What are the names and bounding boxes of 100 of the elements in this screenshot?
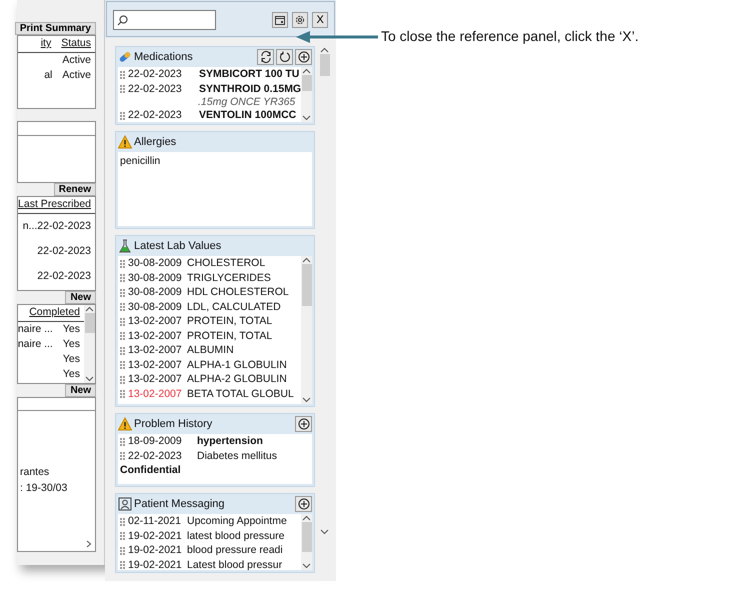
grip-icon[interactable] <box>120 531 125 540</box>
item-text: ALPHA-2 GLOBULIN <box>187 372 287 386</box>
grip-icon[interactable] <box>120 389 125 398</box>
grip-icon[interactable] <box>120 258 125 268</box>
grip-icon[interactable] <box>120 560 125 570</box>
table-cell: Yes <box>62 368 80 381</box>
action-button[interactable]: Renew <box>54 183 96 196</box>
grip-icon[interactable] <box>120 302 125 312</box>
section-title: Problem History <box>134 416 214 432</box>
scroll-down-icon[interactable] <box>85 375 94 383</box>
scroll-thumb[interactable] <box>320 54 330 76</box>
scrollbar[interactable] <box>301 514 312 570</box>
date-text: 19-02-2021 <box>128 543 183 558</box>
grip-icon[interactable] <box>120 84 125 94</box>
scroll-thumb[interactable] <box>302 522 312 552</box>
table-cell: Yes <box>62 352 80 366</box>
item-text[interactable]: blood pressure readi <box>187 543 283 558</box>
table-cell: Yes <box>62 338 80 351</box>
scroll-up-icon[interactable] <box>85 305 94 313</box>
table-cell: 22-02-2023 <box>37 244 91 259</box>
column-header[interactable]: ity <box>40 36 52 52</box>
calendar-button[interactable] <box>272 12 288 28</box>
date-text: 18-09-2009 <box>128 434 183 448</box>
close-button[interactable]: X <box>312 12 328 28</box>
date-text: 30-08-2009 <box>128 285 183 300</box>
grip-icon[interactable] <box>120 110 125 120</box>
date-text: 22-02-2023 <box>128 448 183 463</box>
settings-icon <box>295 15 306 25</box>
warning-icon <box>118 417 132 431</box>
item-text[interactable]: Upcoming Appointme <box>187 514 287 528</box>
scroll-up-icon[interactable] <box>302 256 312 264</box>
reload-button[interactable] <box>276 49 294 65</box>
scroll-up-icon[interactable] <box>302 514 312 522</box>
add-icon <box>298 418 310 430</box>
item-text[interactable]: Diabetes mellitus <box>197 448 277 463</box>
table-cell: naire ... <box>18 338 53 351</box>
grip-icon[interactable] <box>120 374 125 384</box>
scroll-up-icon[interactable] <box>302 67 312 75</box>
column-header[interactable]: Status <box>61 36 91 52</box>
action-button[interactable]: New <box>65 291 96 304</box>
date-text: 30-08-2009 <box>128 270 183 285</box>
grip-icon[interactable] <box>120 436 125 446</box>
grip-icon[interactable] <box>120 331 125 340</box>
pill-icon <box>118 50 132 64</box>
date-text: 30-08-2009 <box>128 256 183 270</box>
grip-icon[interactable] <box>120 316 125 326</box>
grip-icon[interactable] <box>120 70 125 79</box>
grip-icon[interactable] <box>120 516 125 526</box>
scrollbar[interactable] <box>301 256 312 404</box>
calendar-icon <box>275 15 286 25</box>
grip-icon[interactable] <box>120 346 125 355</box>
add-icon <box>298 51 310 63</box>
column-header[interactable]: Completed <box>29 305 80 321</box>
date-text: 19-02-2021 <box>128 558 183 572</box>
date-text: 13-02-2007 <box>128 358 183 372</box>
item-text[interactable]: Latest blood pressur <box>187 558 282 572</box>
table-cell: Active <box>62 54 91 67</box>
grip-icon[interactable] <box>120 546 125 555</box>
print-summary-button[interactable]: Print Summary <box>14 22 96 35</box>
settings-button[interactable] <box>292 12 308 28</box>
arrow-icon <box>296 30 378 42</box>
item-text: LDL, CALCULATED <box>187 300 281 314</box>
table-cell: n...22-02-2023 <box>22 218 91 234</box>
scroll-thumb[interactable] <box>302 264 312 306</box>
add-icon <box>298 498 310 510</box>
grip-icon[interactable] <box>120 451 125 460</box>
item-text[interactable]: SYNTHROID 0.15MG <box>199 82 302 96</box>
grip-icon[interactable] <box>120 360 125 370</box>
item-text[interactable]: latest blood pressure <box>187 528 284 543</box>
scroll-thumb[interactable] <box>302 75 312 91</box>
action-button[interactable]: New <box>65 384 96 397</box>
date-text: 22-02-2023 <box>128 67 183 82</box>
section-title: Latest Lab Values <box>134 238 222 254</box>
person-icon <box>118 497 132 511</box>
scroll-right-icon[interactable] <box>86 540 92 548</box>
grip-icon[interactable] <box>120 273 125 282</box>
grip-icon[interactable] <box>120 288 125 297</box>
item-text[interactable]: VENTOLIN 100MCC <box>199 108 296 122</box>
scroll-down-icon[interactable] <box>302 396 312 404</box>
scroll-up-icon[interactable] <box>320 46 330 54</box>
column-header[interactable]: Last Prescribed <box>18 197 91 213</box>
item-text[interactable]: SYMBICORT 100 TU <box>199 67 300 82</box>
scroll-down-icon[interactable] <box>302 114 312 122</box>
item-text[interactable]: hypertension <box>197 434 263 448</box>
scrollbar[interactable] <box>301 67 312 122</box>
scroll-down-icon[interactable] <box>302 562 312 570</box>
note-text: : 19-30/03 <box>19 481 68 496</box>
item-text: ALBUMIN <box>187 343 234 358</box>
scroll-down-icon[interactable] <box>320 528 330 536</box>
add-button[interactable] <box>295 496 312 512</box>
search-field[interactable] <box>113 10 216 30</box>
text-field[interactable] <box>17 121 96 136</box>
refresh-button[interactable] <box>257 49 274 65</box>
add-button[interactable] <box>295 49 312 65</box>
add-button[interactable] <box>295 416 312 432</box>
scroll-thumb[interactable] <box>84 313 94 333</box>
scrollbar[interactable] <box>84 305 95 383</box>
reload-icon <box>278 51 291 63</box>
table-cell: Yes <box>62 322 80 336</box>
item-text: HDL CHOLESTEROL <box>187 285 289 300</box>
